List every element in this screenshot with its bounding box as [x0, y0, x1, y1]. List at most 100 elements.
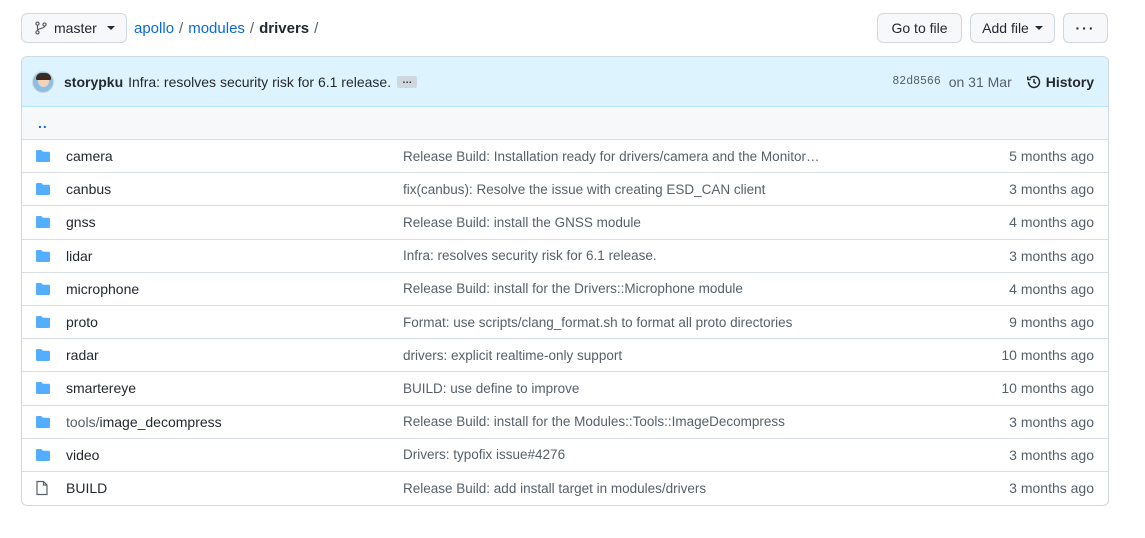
file-commit-age: 10 months ago: [1001, 347, 1094, 364]
file-name-link[interactable]: canbus: [66, 181, 403, 197]
file-name: lidar: [66, 247, 93, 264]
add-file-label: Add file: [982, 20, 1029, 36]
file-commit-age: 5 months ago: [1009, 148, 1094, 165]
file-list: camera Release Build: Installation ready …: [22, 140, 1108, 505]
file-commit-message[interactable]: Infra: resolves security risk for 6.1 re…: [403, 248, 823, 263]
file-row[interactable]: camera Release Build: Installation ready …: [22, 140, 1108, 174]
commit-message[interactable]: Infra: resolves security risk for 6.1 re…: [128, 74, 391, 90]
more-options-button[interactable]: ···: [1063, 13, 1108, 43]
chevron-down-icon: [106, 26, 115, 30]
file-commit-age: 3 months ago: [1009, 480, 1094, 497]
file-name-link[interactable]: proto: [66, 314, 403, 330]
file-name: BUILD: [66, 480, 108, 497]
file-name: image_decompress: [99, 413, 222, 430]
file-name-link[interactable]: radar: [66, 347, 403, 363]
commit-author[interactable]: storypku: [64, 74, 123, 90]
file-name: microphone: [66, 280, 140, 297]
commit-date: on 31 Mar: [948, 73, 1012, 90]
file-commit-message[interactable]: Drivers: typofix issue#4276: [403, 447, 823, 462]
folder-icon: [35, 215, 66, 229]
chevron-down-icon: [1034, 26, 1043, 30]
latest-commit-bar: storypku Infra: resolves security risk f…: [22, 57, 1108, 107]
file-name-link[interactable]: gnss: [66, 214, 403, 230]
folder-icon: [35, 448, 66, 462]
file-name: gnss: [66, 214, 96, 231]
file-commit-age: 9 months ago: [1009, 314, 1094, 331]
avatar[interactable]: [32, 70, 54, 93]
file-commit-age: 3 months ago: [1009, 413, 1094, 430]
file-row[interactable]: BUILD Release Build: add install target i…: [22, 472, 1108, 505]
file-commit-message[interactable]: fix(canbus): Resolve the issue with crea…: [403, 182, 823, 197]
parent-directory-row: ..: [22, 107, 1108, 140]
file-row[interactable]: smartereye BUILD: use define to improve 10…: [22, 372, 1108, 406]
file-commit-age: 4 months ago: [1009, 280, 1094, 297]
file-name: radar: [66, 347, 99, 364]
toolbar-actions: Go to file Add file ···: [877, 13, 1108, 43]
file-row[interactable]: gnss Release Build: install the GNSS modu…: [22, 206, 1108, 240]
breadcrumb-separator: /: [314, 19, 319, 37]
file-commit-message[interactable]: Release Build: install the GNSS module: [403, 215, 823, 230]
history-icon: [1026, 75, 1041, 88]
commit-meta: 82d8566 on 31 Mar History: [892, 74, 1094, 90]
breadcrumb-parent-link[interactable]: modules: [188, 20, 245, 37]
folder-icon: [35, 415, 66, 429]
add-file-button[interactable]: Add file: [970, 13, 1055, 43]
file-commit-message[interactable]: Release Build: install for the Modules::…: [403, 414, 823, 429]
file-name-link[interactable]: tools/image_decompress: [66, 414, 403, 430]
file-row[interactable]: radar drivers: explicit realtime-only sup…: [22, 339, 1108, 373]
file-row[interactable]: proto Format: use scripts/clang_format.sh…: [22, 306, 1108, 340]
breadcrumb-current: drivers: [259, 19, 310, 37]
file-name: canbus: [66, 181, 112, 198]
file-commit-message[interactable]: BUILD: use define to improve: [403, 381, 823, 396]
file-commit-message[interactable]: drivers: explicit realtime-only support: [403, 348, 823, 363]
file-row[interactable]: video Drivers: typofix issue#4276 3 months…: [22, 439, 1108, 472]
folder-icon: [35, 315, 66, 329]
history-link[interactable]: History: [1026, 74, 1094, 90]
git-branch-icon: [35, 21, 47, 35]
file-name: camera: [66, 148, 113, 165]
file-name-link[interactable]: BUILD: [66, 480, 403, 496]
file-commit-age: 4 months ago: [1009, 214, 1094, 231]
commit-sha[interactable]: 82d8566: [892, 75, 940, 88]
folder-icon: [35, 348, 66, 362]
file-name-link[interactable]: smartereye: [66, 380, 403, 396]
file-name: smartereye: [66, 380, 137, 397]
file-commit-age: 10 months ago: [1001, 380, 1094, 397]
file-name: video: [66, 446, 100, 463]
file-commit-message[interactable]: Format: use scripts/clang_format.sh to f…: [403, 315, 823, 330]
file-commit-message[interactable]: Release Build: Installation ready for dr…: [403, 149, 823, 164]
breadcrumb: apollo / modules / drivers /: [134, 20, 323, 37]
folder-icon: [35, 249, 66, 263]
breadcrumb-separator: /: [249, 19, 255, 37]
parent-directory-link[interactable]: ..: [38, 115, 48, 131]
expand-commit-button[interactable]: …: [397, 75, 418, 88]
file-name: proto: [66, 314, 98, 331]
file-commit-age: 3 months ago: [1009, 247, 1094, 264]
file-row[interactable]: lidar Infra: resolves security risk for 6…: [22, 240, 1108, 273]
file-commit-age: 3 months ago: [1009, 446, 1094, 463]
file-name-prefix: tools/: [66, 413, 100, 430]
file-row[interactable]: tools/image_decompress Release Build: ins…: [22, 406, 1108, 439]
history-label: History: [1045, 73, 1094, 90]
folder-icon: [35, 149, 66, 163]
file-commit-age: 3 months ago: [1009, 181, 1094, 198]
file-row[interactable]: canbus fix(canbus): Resolve the issue wit…: [22, 173, 1108, 207]
file-row[interactable]: microphone Release Build: install for the…: [22, 273, 1108, 306]
file-name-link[interactable]: lidar: [66, 248, 403, 264]
folder-icon: [35, 282, 66, 296]
folder-icon: [35, 381, 66, 395]
repo-toolbar: master apollo / modules / drivers / Go t…: [21, 13, 1108, 43]
folder-icon: [35, 182, 66, 196]
file-icon: [35, 480, 66, 496]
file-commit-message[interactable]: Release Build: add install target in mod…: [403, 481, 823, 496]
breadcrumb-separator: /: [179, 19, 184, 37]
breadcrumb-root-link[interactable]: apollo: [134, 20, 174, 37]
file-commit-message[interactable]: Release Build: install for the Drivers::…: [403, 281, 823, 296]
file-browser: storypku Infra: resolves security risk f…: [21, 56, 1109, 506]
go-to-file-button[interactable]: Go to file: [877, 13, 962, 43]
branch-select-button[interactable]: master: [21, 13, 127, 43]
file-name-link[interactable]: camera: [66, 148, 403, 164]
file-name-link[interactable]: video: [66, 447, 403, 463]
branch-label: master: [54, 20, 97, 36]
file-name-link[interactable]: microphone: [66, 281, 403, 297]
